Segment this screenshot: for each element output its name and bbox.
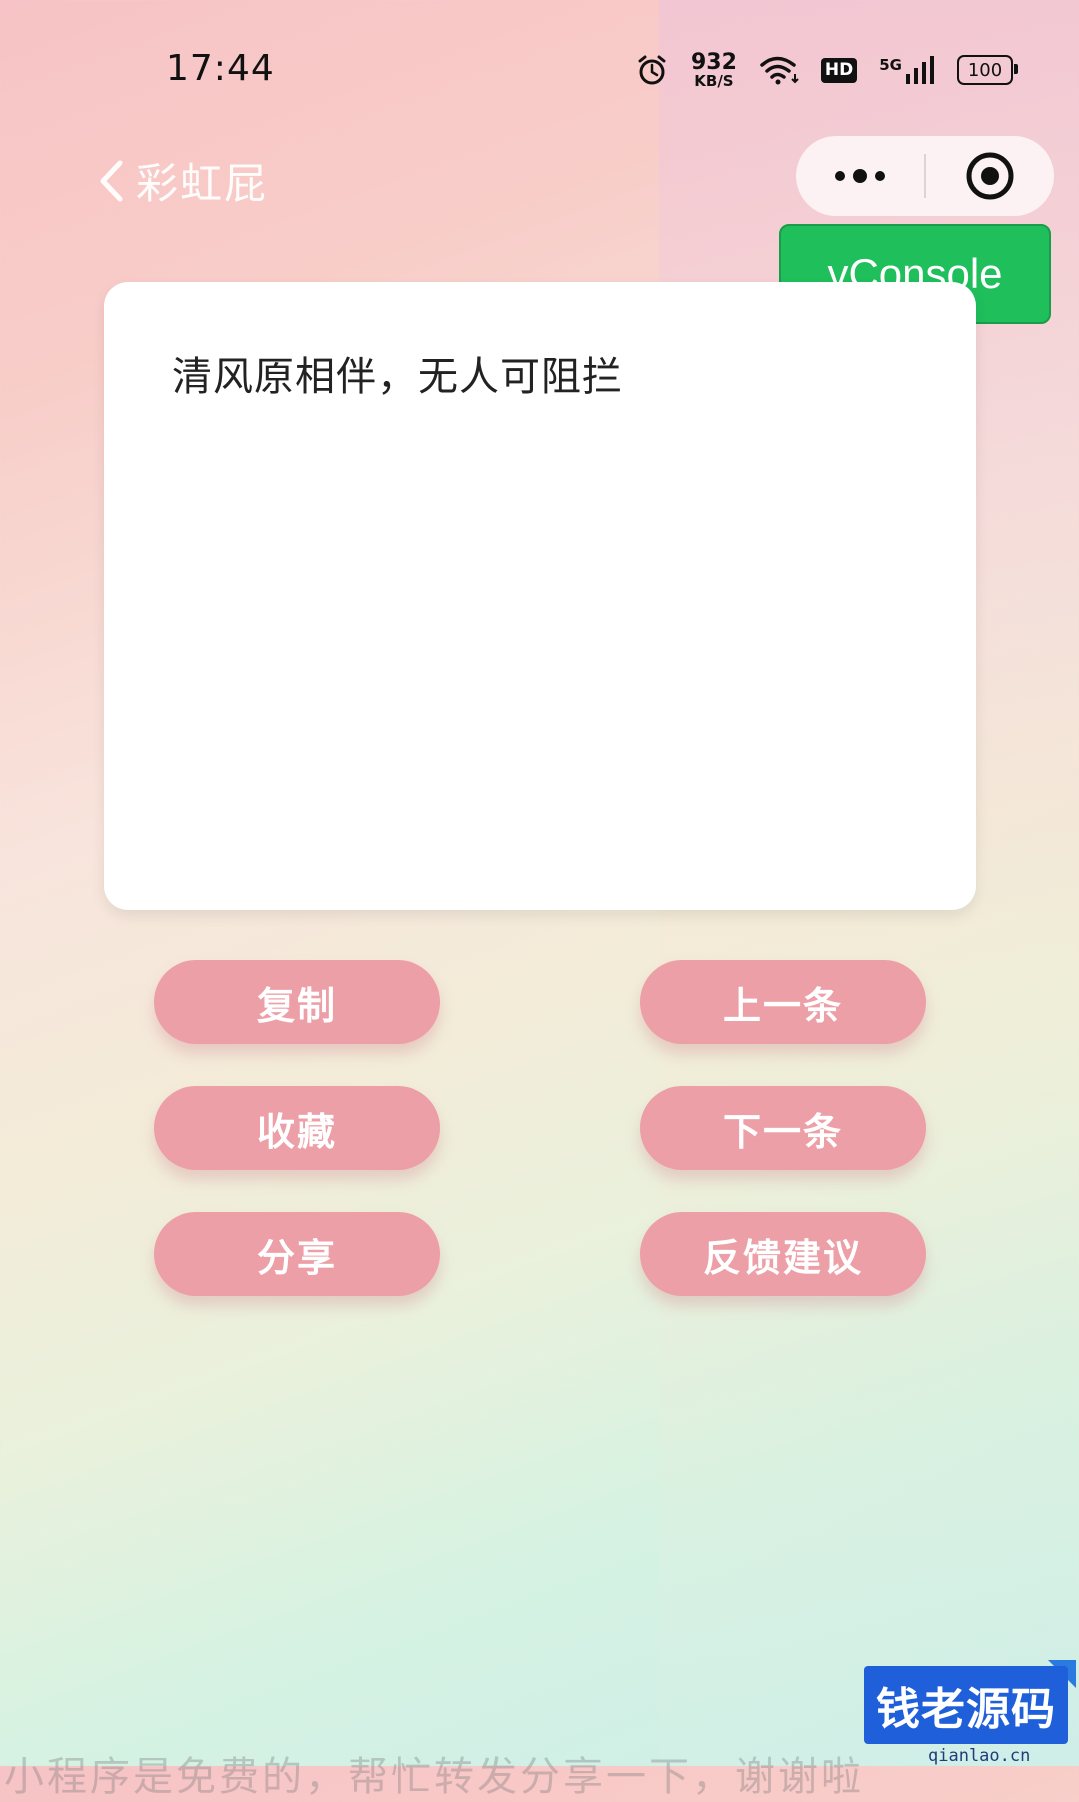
record-target-icon [966, 152, 1014, 200]
signal-icon [906, 56, 934, 84]
chevron-left-icon [100, 160, 123, 201]
status-bar: 17:44 932 KB/S HD 5G 100 [0, 0, 1079, 140]
feedback-button[interactable]: 反馈建议 [640, 1212, 926, 1296]
network-speed-unit: KB/S [694, 71, 734, 90]
next-button[interactable]: 下一条 [640, 1086, 926, 1170]
network-speed-value: 932 [690, 49, 737, 75]
footer-note: 小程序是免费的，帮忙转发分享一下，谢谢啦 [4, 1754, 864, 1800]
previous-button[interactable]: 上一条 [640, 960, 926, 1044]
page-title: 彩虹屁 [136, 159, 269, 208]
back-button[interactable]: 彩虹屁 [98, 150, 268, 211]
close-miniprogram-button[interactable] [926, 136, 1054, 216]
watermark-url: qianlao.cn [928, 1746, 1031, 1766]
miniprogram-capsule [796, 136, 1054, 216]
network-type-label: 5G [879, 56, 902, 74]
watermark-brand: 钱老源码 [864, 1666, 1068, 1744]
favorite-button[interactable]: 收藏 [154, 1086, 440, 1170]
quote-card: 清风原相伴，无人可阻拦 [104, 282, 976, 910]
status-time: 17:44 [166, 48, 275, 89]
battery-icon: 100 [957, 55, 1018, 85]
network-speed: 932 KB/S [690, 49, 737, 90]
more-dots-icon [835, 169, 885, 183]
quote-text: 清风原相伴，无人可阻拦 [172, 354, 623, 400]
wifi-icon [760, 56, 799, 85]
status-icons: 932 KB/S HD 5G 100 [635, 49, 1018, 90]
battery-level: 100 [967, 59, 1003, 81]
signal-indicator: 5G [879, 56, 935, 84]
more-button[interactable] [796, 136, 924, 216]
share-button[interactable]: 分享 [154, 1212, 440, 1296]
hd-badge: HD [820, 57, 858, 83]
copy-button[interactable]: 复制 [154, 960, 440, 1044]
watermark-logo: 钱老源码 qianlao.cn [858, 1660, 1076, 1766]
alarm-icon [638, 55, 666, 85]
